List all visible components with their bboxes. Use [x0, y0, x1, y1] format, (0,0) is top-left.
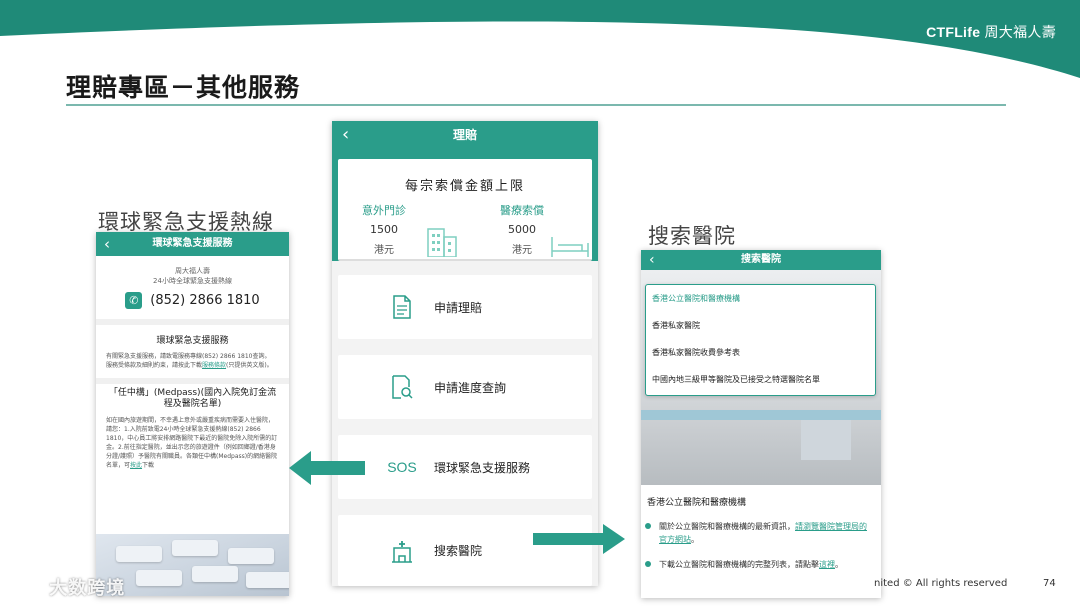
download-link[interactable]: 按此	[130, 462, 142, 469]
section-title: 環球緊急支援服務	[156, 336, 229, 346]
medical-limit: 醫療索償 5000 港元	[500, 204, 544, 256]
dropdown-option[interactable]: 香港公立醫院和醫療機構	[646, 285, 875, 312]
header-title: 環球緊急支援服務	[152, 238, 233, 249]
menu-item-apply-claim[interactable]: 申請理賠	[338, 275, 592, 339]
hotline-label: 24小時全球緊急支援熱線	[153, 277, 232, 285]
document-icon	[382, 295, 422, 319]
chevron-left-icon[interactable]: ‹	[342, 121, 349, 149]
phone-claims-menu: ‹ 理賠 每宗索償金額上限 意外門診 1500 港元 醫療索償 5000 港元	[332, 121, 598, 586]
outpatient-limit: 意外門診 1500 港元	[362, 204, 406, 256]
header-bar: ‹ 理賠	[332, 121, 598, 149]
hospital-icon	[382, 539, 422, 563]
company-name: 周大福人壽	[175, 267, 210, 275]
hospital-info: 香港公立醫院和醫療機構 關於公立醫院和醫療機構的最新資訊，請瀏覽醫院管理局的官方…	[641, 485, 881, 598]
menu-item-emergency-service[interactable]: SOS 環球緊急支援服務	[338, 435, 592, 499]
card-title: 每宗索償金額上限	[404, 179, 525, 194]
claim-limit-card: 每宗索償金額上限 意外門診 1500 港元 醫療索償 5000 港元	[338, 159, 592, 261]
title-divider	[66, 104, 1006, 106]
header-title: 理賠	[452, 128, 477, 142]
sos-icon: SOS	[387, 459, 417, 475]
slide-title: 理賠專區－其他服務	[66, 73, 301, 102]
chevron-left-icon[interactable]: ‹	[649, 250, 655, 270]
bullet-icon	[645, 523, 651, 529]
dropdown-option[interactable]: 香港私家醫院	[646, 312, 875, 339]
terms-link[interactable]: 服務條款	[202, 362, 226, 369]
building-icon	[427, 228, 457, 257]
list-item: 下載公立醫院和醫療機構的完整列表，請點擊這裡。	[645, 558, 871, 571]
copyright-text: nited © All rights reserved	[874, 578, 1008, 589]
download-list-link[interactable]: 這裡	[819, 560, 835, 569]
list-item: 關於公立醫院和醫療機構的最新資訊，請瀏覽醫院管理局的官方網站。	[645, 520, 871, 546]
dropdown-option[interactable]: 香港私家醫院收費參考表	[646, 339, 875, 366]
phone-emergency-service: ‹ 環球緊急支援服務 周大福人壽 24小時全球緊急支援熱線 ✆ (852) 28…	[96, 232, 289, 596]
search-document-icon	[382, 375, 422, 399]
caption-right: 搜索醫院	[648, 224, 736, 248]
section-divider	[96, 378, 289, 384]
section-body: 有關緊急支援服務，請致電服務專線(852) 2866 1810查詢。 服務受條款…	[106, 353, 273, 369]
arrow-right-icon	[533, 524, 625, 554]
bullet-icon	[645, 561, 651, 567]
dropdown-option[interactable]: 中國內地三級甲等醫院及已接受之特選醫院名單	[646, 366, 875, 393]
hotline-phone[interactable]: ✆ (852) 2866 1810	[96, 292, 289, 309]
phone-icon: ✆	[125, 292, 143, 309]
phone-search-hospital: ‹ 搜索醫院 香港公立醫院和醫療機構 香港私家醫院 香港私家醫院收費參考表 中國…	[641, 250, 881, 598]
brand-logo: CTFLife 周大福人壽	[926, 24, 1056, 40]
phone-number: (852) 2866 1810	[150, 293, 260, 308]
watermark: 大数跨境	[10, 574, 125, 600]
section-divider	[96, 319, 289, 325]
hospital-bed-icon	[551, 237, 589, 257]
menu-item-claim-status[interactable]: 申請進度查詢	[338, 355, 592, 419]
hospital-type-dropdown[interactable]: 香港公立醫院和醫療機構 香港私家醫院 香港私家醫院收費參考表 中國內地三級甲等醫…	[645, 284, 876, 396]
header-title: 搜索醫院	[741, 254, 781, 265]
arrow-left-icon	[289, 451, 365, 485]
page-number: 74	[1043, 578, 1056, 589]
content-heading: 香港公立醫院和醫療機構	[647, 498, 747, 508]
watermark-logo-icon	[12, 582, 39, 596]
section-title: 「任中構」(Medpass)(國內入院免訂金流程及醫院名單)	[108, 388, 277, 409]
header-bar: ‹ 搜索醫院	[641, 250, 881, 270]
chevron-left-icon[interactable]: ‹	[104, 232, 110, 256]
section-body: 如在國內旅遊期間，不幸遇上意外或嚴重疾病而需要入住醫院，請您：1.入院前致電24…	[106, 417, 278, 469]
header-bar: ‹ 環球緊急支援服務	[96, 232, 289, 256]
